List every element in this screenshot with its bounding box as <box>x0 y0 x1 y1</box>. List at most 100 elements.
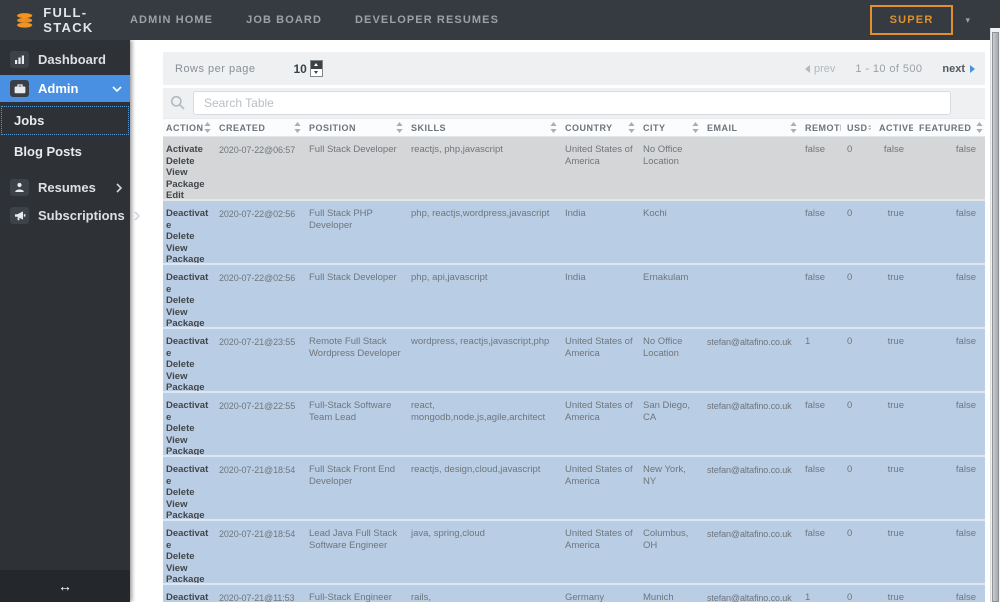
cell-position: Full-Stack Engineer <box>309 592 392 602</box>
action-view[interactable]: View <box>166 167 209 179</box>
rows-per-page-value[interactable]: 10 <box>294 62 307 76</box>
cell-remote: false <box>805 400 826 411</box>
cell-email: stefan@altafino.co.uk <box>707 529 792 539</box>
sidebar-item-dashboard[interactable]: Dashboard <box>0 46 130 73</box>
topbar: FULL-STACK ADMIN HOME JOB BOARD DEVELOPE… <box>0 0 1000 40</box>
sort-icon[interactable] <box>790 122 797 133</box>
action-deactivate[interactable]: Deactivate <box>166 336 209 359</box>
action-view[interactable]: View <box>166 307 209 319</box>
scrollbar-thumb[interactable] <box>992 32 999 602</box>
sort-icon[interactable] <box>396 122 403 133</box>
sort-icon[interactable] <box>550 122 557 133</box>
cell-skills: react, mongodb,node.js,agile,architect <box>411 400 546 423</box>
sort-icon[interactable] <box>976 122 983 133</box>
action-deactivate[interactable]: Deactivate <box>166 400 209 423</box>
column-header-featured[interactable]: FEATURED <box>913 119 985 136</box>
jobs-table: ACTION CREATED POSITION SKILLS COUNTRY CITY EM… <box>163 118 985 602</box>
action-activate[interactable]: Activate <box>166 144 209 156</box>
column-header-created[interactable]: CREATED <box>213 119 303 136</box>
cell-usd: 0 <box>847 272 853 283</box>
action-package[interactable]: Package <box>166 510 209 519</box>
action-package[interactable]: Package <box>166 318 209 327</box>
chevron-right-icon <box>116 182 122 193</box>
caret-down-icon[interactable]: ▾ <box>965 15 970 26</box>
cell-featured: false <box>955 144 976 155</box>
action-view[interactable]: View <box>166 435 209 447</box>
column-header-position[interactable]: POSITION <box>303 119 405 136</box>
cell-city: No Office Location <box>643 336 683 359</box>
action-package[interactable]: Package <box>166 382 209 391</box>
column-header-active[interactable]: ACTIVE <box>873 119 913 136</box>
sidebar-item-resumes[interactable]: Resumes <box>0 174 130 201</box>
table-toolbar: Rows per page 10 prev 1 - 10 of 500 next <box>163 52 985 85</box>
sidebar-item-jobs[interactable]: Jobs <box>0 105 130 136</box>
sort-icon[interactable] <box>628 122 635 133</box>
action-deactivate[interactable]: Deactivate <box>166 592 209 602</box>
chevron-down-icon <box>112 85 122 92</box>
sort-icon[interactable] <box>294 122 301 133</box>
nav-job-board[interactable]: JOB BOARD <box>246 14 322 26</box>
pagination: prev 1 - 10 of 500 next <box>805 63 975 75</box>
stepper-up-icon[interactable] <box>310 61 322 69</box>
action-delete[interactable]: Delete <box>166 156 209 168</box>
cell-usd: 0 <box>847 528 853 539</box>
sidebar-item-label: Subscriptions <box>38 208 125 223</box>
action-delete[interactable]: Delete <box>166 231 209 243</box>
action-deactivate[interactable]: Deactivate <box>166 208 209 231</box>
action-view[interactable]: View <box>166 371 209 383</box>
action-delete[interactable]: Delete <box>166 487 209 499</box>
action-delete[interactable]: Delete <box>166 551 209 563</box>
action-deactivate[interactable]: Deactivate <box>166 528 209 551</box>
rows-per-page-stepper[interactable] <box>309 60 323 77</box>
sort-icon[interactable] <box>692 122 699 133</box>
column-header-usd[interactable]: USD <box>841 119 873 136</box>
column-header-remote[interactable]: REMOTE <box>799 119 841 136</box>
column-header-action[interactable]: ACTION <box>163 119 213 136</box>
action-deactivate[interactable]: Deactivate <box>166 464 209 487</box>
action-edit[interactable]: Edit <box>166 190 209 199</box>
column-header-country[interactable]: COUNTRY <box>559 119 637 136</box>
cell-remote: 1 <box>805 592 811 602</box>
sidebar-collapse-handle[interactable]: ↔ <box>58 578 72 594</box>
nav-admin-home[interactable]: ADMIN HOME <box>130 14 213 26</box>
cell-created: 2020-07-21@23:55 <box>219 337 296 347</box>
action-package[interactable]: Package <box>166 254 209 263</box>
sidebar-item-blog-posts[interactable]: Blog Posts <box>0 136 130 167</box>
nav-developer-resumes[interactable]: DEVELOPER RESUMES <box>355 14 499 26</box>
sort-icon[interactable] <box>204 122 211 133</box>
sidebar-item-subscriptions[interactable]: Subscriptions <box>0 202 140 229</box>
column-label: ACTION <box>166 122 204 133</box>
cell-remote: false <box>805 528 826 539</box>
sidebar-item-label: Dashboard <box>38 52 106 67</box>
prev-page-button[interactable]: prev <box>805 63 835 75</box>
action-view[interactable]: View <box>166 499 209 511</box>
next-page-button[interactable]: next <box>942 63 975 75</box>
cell-position: Full Stack Front End Developer <box>309 464 396 487</box>
action-delete[interactable]: Delete <box>166 295 209 307</box>
user-menu-button[interactable]: SUPER <box>869 5 954 35</box>
action-package[interactable]: Package <box>166 446 209 455</box>
cell-country: United States of America <box>565 464 633 487</box>
search-input[interactable] <box>193 91 951 115</box>
sidebar-item-admin[interactable]: Admin <box>0 75 130 102</box>
cell-usd: 0 <box>847 336 853 347</box>
action-view[interactable]: View <box>166 243 209 255</box>
cell-country: India <box>565 272 586 283</box>
column-header-email[interactable]: EMAIL <box>701 119 799 136</box>
brand[interactable]: FULL-STACK <box>0 5 130 35</box>
column-header-city[interactable]: CITY <box>637 119 701 136</box>
action-package[interactable]: Package <box>166 574 209 583</box>
cell-skills: rails, node.js,vue.js,kubernetes,twilio <box>411 592 432 602</box>
column-label: FEATURED <box>919 122 972 133</box>
column-header-skills[interactable]: SKILLS <box>405 119 559 136</box>
action-package[interactable]: Package <box>166 179 209 191</box>
action-delete[interactable]: Delete <box>166 359 209 371</box>
action-deactivate[interactable]: Deactivate <box>166 272 209 295</box>
action-view[interactable]: View <box>166 563 209 575</box>
action-delete[interactable]: Delete <box>166 423 209 435</box>
cell-featured: false <box>955 272 976 283</box>
sort-icon[interactable] <box>867 122 871 133</box>
stepper-down-icon[interactable] <box>311 69 322 77</box>
cell-city: Munich <box>643 592 674 602</box>
vertical-scrollbar[interactable] <box>990 28 1000 602</box>
